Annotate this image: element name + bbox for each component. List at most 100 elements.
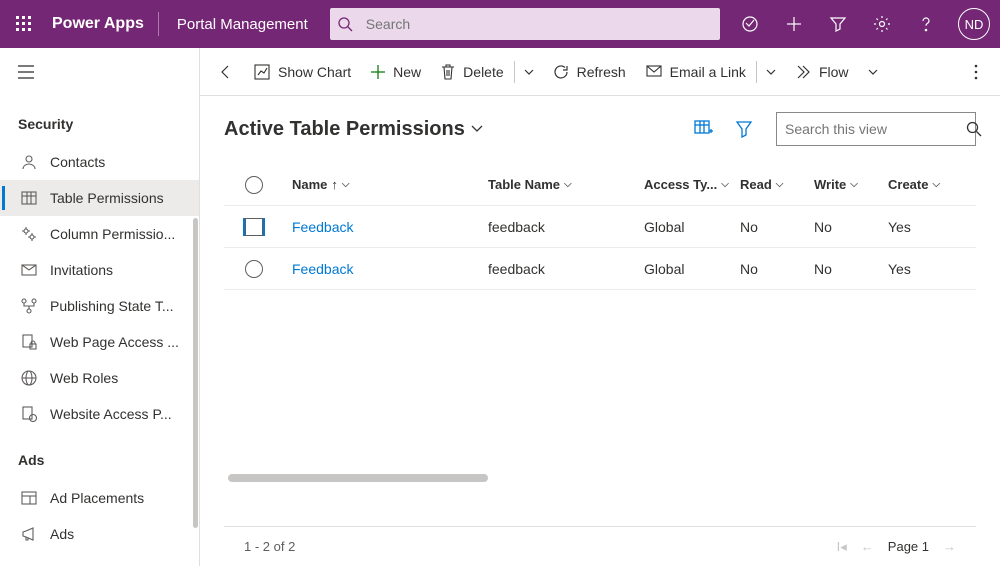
global-search[interactable]	[330, 8, 720, 40]
settings-icon[interactable]	[860, 0, 904, 48]
search-icon	[966, 121, 982, 137]
new-button[interactable]: New	[361, 48, 431, 96]
row-access-type: Global	[636, 261, 732, 277]
email-chevron[interactable]	[757, 48, 785, 96]
command-bar: Show Chart New Delete Refresh Email a Li…	[200, 48, 1000, 96]
back-button[interactable]	[208, 48, 244, 96]
help-icon[interactable]	[904, 0, 948, 48]
row-checkbox[interactable]	[224, 260, 284, 278]
flow-button[interactable]: Flow	[785, 48, 859, 96]
flow-chevron[interactable]	[859, 48, 887, 96]
sort-asc-icon: ↑	[331, 177, 338, 192]
chevron-down-icon: ⌵	[932, 179, 940, 190]
page-lock-icon	[18, 334, 40, 350]
new-label: New	[393, 64, 421, 80]
row-write: No	[806, 219, 880, 235]
view-search-input[interactable]	[785, 121, 966, 137]
delete-label: Delete	[463, 64, 503, 80]
show-chart-button[interactable]: Show Chart	[244, 48, 361, 96]
nav-label: Contacts	[50, 154, 199, 170]
row-create: Yes	[880, 219, 954, 235]
chevron-down-icon: ⌵	[776, 179, 784, 190]
main-area: Show Chart New Delete Refresh Email a Li…	[200, 48, 1000, 566]
col-write[interactable]: Write⌵	[806, 177, 880, 192]
sidebar-item-ad-placements[interactable]: Ad Placements	[0, 480, 199, 516]
row-create: Yes	[880, 261, 954, 277]
waffle-icon[interactable]	[0, 0, 48, 48]
sidebar-item-website-access-p[interactable]: Website Access P...	[0, 396, 199, 432]
row-name-link[interactable]: Feedback	[292, 261, 353, 277]
avatar[interactable]: ND	[958, 8, 990, 40]
sidebar-item-ads[interactable]: Ads	[0, 516, 199, 552]
filter-view-icon[interactable]	[724, 112, 764, 146]
filter-icon[interactable]	[816, 0, 860, 48]
view-title-text: Active Table Permissions	[224, 118, 465, 141]
page-globe-icon	[18, 406, 40, 422]
delete-chevron[interactable]	[515, 48, 543, 96]
col-access-type[interactable]: Access Ty...⌵	[636, 177, 732, 192]
col-table-name[interactable]: Table Name⌵	[480, 177, 636, 192]
prev-page-icon[interactable]: ←	[861, 539, 874, 554]
col-create[interactable]: Create⌵	[880, 177, 954, 192]
email-link-button[interactable]: Email a Link	[636, 48, 756, 96]
nav-label: Web Page Access ...	[50, 334, 199, 350]
view-title[interactable]: Active Table Permissions	[224, 118, 483, 141]
table-row[interactable]: FeedbackfeedbackGlobalNoNoYes	[224, 206, 976, 248]
sidebar-item-web-roles[interactable]: Web Roles	[0, 360, 199, 396]
target-icon[interactable]	[728, 0, 772, 48]
email-link-label: Email a Link	[670, 64, 746, 80]
sidebar: Security Contacts Table Permissions Column …	[0, 48, 200, 566]
select-all[interactable]	[224, 176, 284, 194]
sidebar-item-web-page-access[interactable]: Web Page Access ...	[0, 324, 199, 360]
add-icon[interactable]	[772, 0, 816, 48]
row-checkbox[interactable]	[224, 218, 284, 236]
flow-label: Flow	[819, 64, 849, 80]
col-name[interactable]: Name↑⌵	[284, 177, 480, 192]
show-chart-label: Show Chart	[278, 64, 351, 80]
global-search-input[interactable]	[360, 16, 720, 32]
pager: I◂ ← Page 1 →	[837, 539, 956, 555]
grid-header: Name↑⌵ Table Name⌵ Access Ty...⌵ Read⌵ W…	[224, 164, 976, 206]
next-page-icon[interactable]: →	[943, 539, 956, 554]
record-range: 1 - 2 of 2	[244, 539, 295, 554]
table-row[interactable]: FeedbackfeedbackGlobalNoNoYes	[224, 248, 976, 290]
gear-grid-icon	[18, 226, 40, 242]
person-icon	[18, 154, 40, 170]
sidebar-item-column-permissio[interactable]: Column Permissio...	[0, 216, 199, 252]
nav-label: Invitations	[50, 262, 199, 278]
delete-button[interactable]: Delete	[431, 48, 513, 96]
grid-footer: 1 - 2 of 2 I◂ ← Page 1 →	[224, 526, 976, 566]
sidebar-item-contacts[interactable]: Contacts	[0, 144, 199, 180]
edit-columns-icon[interactable]	[684, 112, 724, 146]
nav-label: Table Permissions	[50, 190, 199, 206]
hamburger-icon[interactable]	[0, 48, 199, 96]
chevron-down-icon: ⌵	[721, 179, 729, 190]
col-read[interactable]: Read⌵	[732, 177, 806, 192]
refresh-label: Refresh	[577, 64, 626, 80]
nav-label: Publishing State T...	[50, 298, 199, 314]
row-table-name: feedback	[480, 261, 636, 277]
data-grid: Name↑⌵ Table Name⌵ Access Ty...⌵ Read⌵ W…	[224, 164, 976, 526]
portal-label[interactable]: Portal Management	[159, 16, 326, 33]
chevron-down-icon: ⌵	[342, 179, 350, 190]
view-search[interactable]	[776, 112, 976, 146]
refresh-button[interactable]: Refresh	[543, 48, 636, 96]
nav-label: Web Roles	[50, 370, 199, 386]
nav-group-header: Security	[0, 96, 199, 144]
chevron-down-icon: ⌵	[850, 179, 858, 190]
page-label: Page 1	[888, 539, 929, 554]
sidebar-item-invitations[interactable]: Invitations	[0, 252, 199, 288]
layout-icon	[18, 490, 40, 506]
sidebar-scrollbar[interactable]	[193, 218, 198, 528]
sidebar-item-publishing-state-t[interactable]: Publishing State T...	[0, 288, 199, 324]
brand-label: Power Apps	[48, 15, 158, 33]
sidebar-item-table-permissions[interactable]: Table Permissions	[0, 180, 199, 216]
nav-label: Ads	[50, 526, 199, 542]
more-commands-icon[interactable]	[960, 64, 992, 80]
row-name-link[interactable]: Feedback	[292, 219, 353, 235]
horizontal-scrollbar[interactable]	[228, 474, 488, 482]
flow-tree-icon	[18, 298, 40, 314]
table-icon	[18, 190, 40, 206]
first-page-icon[interactable]: I◂	[837, 539, 847, 555]
mail-icon	[18, 262, 40, 278]
